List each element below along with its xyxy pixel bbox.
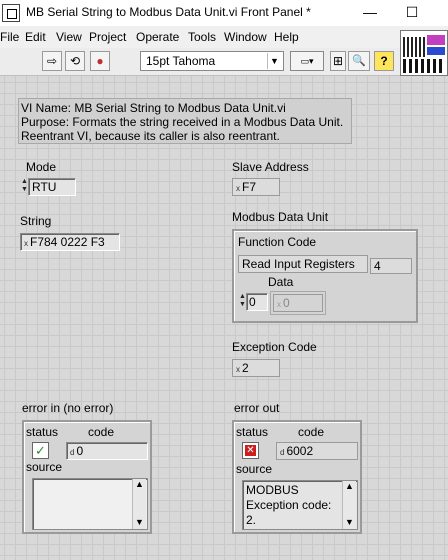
menu-operate[interactable]: Operate xyxy=(136,30,179,44)
description-line: Reentrant VI, because its caller is also… xyxy=(21,129,280,143)
labview-vi-icon[interactable] xyxy=(2,4,20,22)
data-array-element: x0 xyxy=(273,294,323,312)
modbus-data-unit-label: Modbus Data Unit xyxy=(232,210,329,224)
error-out-code-value: 6002 xyxy=(286,444,314,458)
search-icon[interactable]: 🔍 xyxy=(348,51,370,71)
source-line: 2. xyxy=(246,513,257,527)
error-in-cluster: status code ✓ d0 source ▲ ▼ xyxy=(22,420,152,534)
menu-file[interactable]: File xyxy=(0,30,19,44)
run-continuously-icon[interactable]: ⟲ xyxy=(65,51,85,71)
chevron-down-icon: ▼ xyxy=(267,53,281,69)
error-out-code-indicator: d 6002 xyxy=(276,442,358,460)
slave-address-value: F7 xyxy=(242,180,257,194)
toolbar: ⇨ ⟲ ● 15pt Tahoma ▼ ▭▾ ⊞ 🔍 ? xyxy=(0,48,448,76)
mode-label: Mode xyxy=(26,160,57,174)
decimal-radix-indicator: d xyxy=(280,448,285,457)
modbus-data-unit-cluster: Function Code Read Input Registers 4 Dat… xyxy=(232,229,418,323)
run-arrow-icon[interactable]: ⇨ xyxy=(42,51,62,71)
string-control[interactable]: x F784 0222 F3 xyxy=(20,233,120,251)
text-settings-dropdown[interactable]: 15pt Tahoma ▼ xyxy=(140,51,284,71)
hex-radix-indicator: x xyxy=(236,365,240,374)
status-error-x-icon: ✕ xyxy=(242,442,259,459)
error-in-code-value: 0 xyxy=(76,444,84,458)
error-out-status-label: status xyxy=(236,425,269,439)
menu-edit[interactable]: Edit xyxy=(25,30,46,44)
font-value: 15pt Tahoma xyxy=(146,54,216,68)
window-title: MB Serial String to Modbus Data Unit.vi … xyxy=(26,5,311,19)
description-line: Purpose: Formats the string received in … xyxy=(21,115,344,129)
exception-code-indicator: x2 xyxy=(232,359,280,377)
slave-address-label: Slave Address xyxy=(232,160,309,174)
error-in-source-control[interactable] xyxy=(32,478,148,530)
minimize-button[interactable]: — xyxy=(352,0,388,26)
status-ok-checkmark-icon[interactable]: ✓ xyxy=(32,442,49,459)
string-label: String xyxy=(20,214,52,228)
error-out-source-indicator: MODBUS Exception code: 2. xyxy=(242,480,358,530)
abort-execution-icon[interactable]: ● xyxy=(90,51,110,71)
error-in-status-label: status xyxy=(26,425,59,439)
description-line: VI Name: MB Serial String to Modbus Data… xyxy=(21,101,286,115)
exception-code-label: Exception Code xyxy=(232,340,317,354)
error-out-label: error out xyxy=(234,401,280,415)
hex-radix-indicator: x xyxy=(277,300,281,309)
source-line: Exception code: xyxy=(246,498,332,512)
data-element-value: 0 xyxy=(283,296,290,310)
vi-connector-pane-icon[interactable] xyxy=(400,30,448,76)
function-code-ring-indicator: Read Input Registers xyxy=(238,255,368,273)
error-out-source-label: source xyxy=(236,462,273,476)
distribute-icon[interactable]: ⊞ xyxy=(330,51,346,71)
array-index-control[interactable]: 0 xyxy=(246,293,268,311)
function-code-number: 4 xyxy=(370,258,412,274)
scroll-down-icon[interactable]: ▼ xyxy=(133,517,146,527)
scroll-up-icon[interactable]: ▲ xyxy=(343,481,356,491)
scroll-down-icon[interactable]: ▼ xyxy=(343,517,356,527)
menu-help[interactable]: Help xyxy=(274,30,299,44)
maximize-button[interactable]: ☐ xyxy=(394,0,430,26)
scroll-up-icon[interactable]: ▲ xyxy=(133,479,146,489)
hex-radix-indicator: x xyxy=(236,184,240,193)
error-out-source-scrollbar[interactable]: ▲ ▼ xyxy=(342,481,356,529)
string-value: F784 0222 F3 xyxy=(30,235,105,249)
error-in-code-control[interactable]: d0 xyxy=(66,442,148,460)
decimal-radix-indicator: d xyxy=(70,448,75,457)
error-in-source-scrollbar[interactable]: ▲ ▼ xyxy=(132,479,146,529)
context-help-icon[interactable]: ? xyxy=(374,51,394,71)
menu-project[interactable]: Project xyxy=(89,30,126,44)
front-panel: VI Name: MB Serial String to Modbus Data… xyxy=(0,76,448,560)
data-array-label: Data xyxy=(268,275,294,289)
hex-radix-indicator: x xyxy=(24,239,28,248)
exception-code-value: 2 xyxy=(242,361,249,375)
menu-view[interactable]: View xyxy=(56,30,82,44)
mode-control[interactable]: RTU xyxy=(28,178,76,196)
align-objects-dropdown[interactable]: ▭▾ xyxy=(290,51,324,71)
data-array-frame: x0 xyxy=(270,291,326,315)
error-in-source-label: source xyxy=(26,460,63,474)
source-line: MODBUS xyxy=(246,483,299,497)
menu-tools[interactable]: Tools xyxy=(188,30,216,44)
menu-window[interactable]: Window xyxy=(224,30,267,44)
error-in-code-label: code xyxy=(88,425,115,439)
title-bar: MB Serial String to Modbus Data Unit.vi … xyxy=(0,0,448,26)
error-out-cluster: status code ✕ d 6002 source MODBUS Except… xyxy=(232,420,362,534)
error-out-code-label: code xyxy=(298,425,325,439)
slave-address-indicator: x F7 xyxy=(232,178,280,196)
vi-description-box: VI Name: MB Serial String to Modbus Data… xyxy=(18,98,352,144)
function-code-label: Function Code xyxy=(238,235,317,249)
menu-bar: File Edit View Project Operate Tools Win… xyxy=(0,26,448,48)
error-in-label: error in (no error) xyxy=(22,401,114,415)
